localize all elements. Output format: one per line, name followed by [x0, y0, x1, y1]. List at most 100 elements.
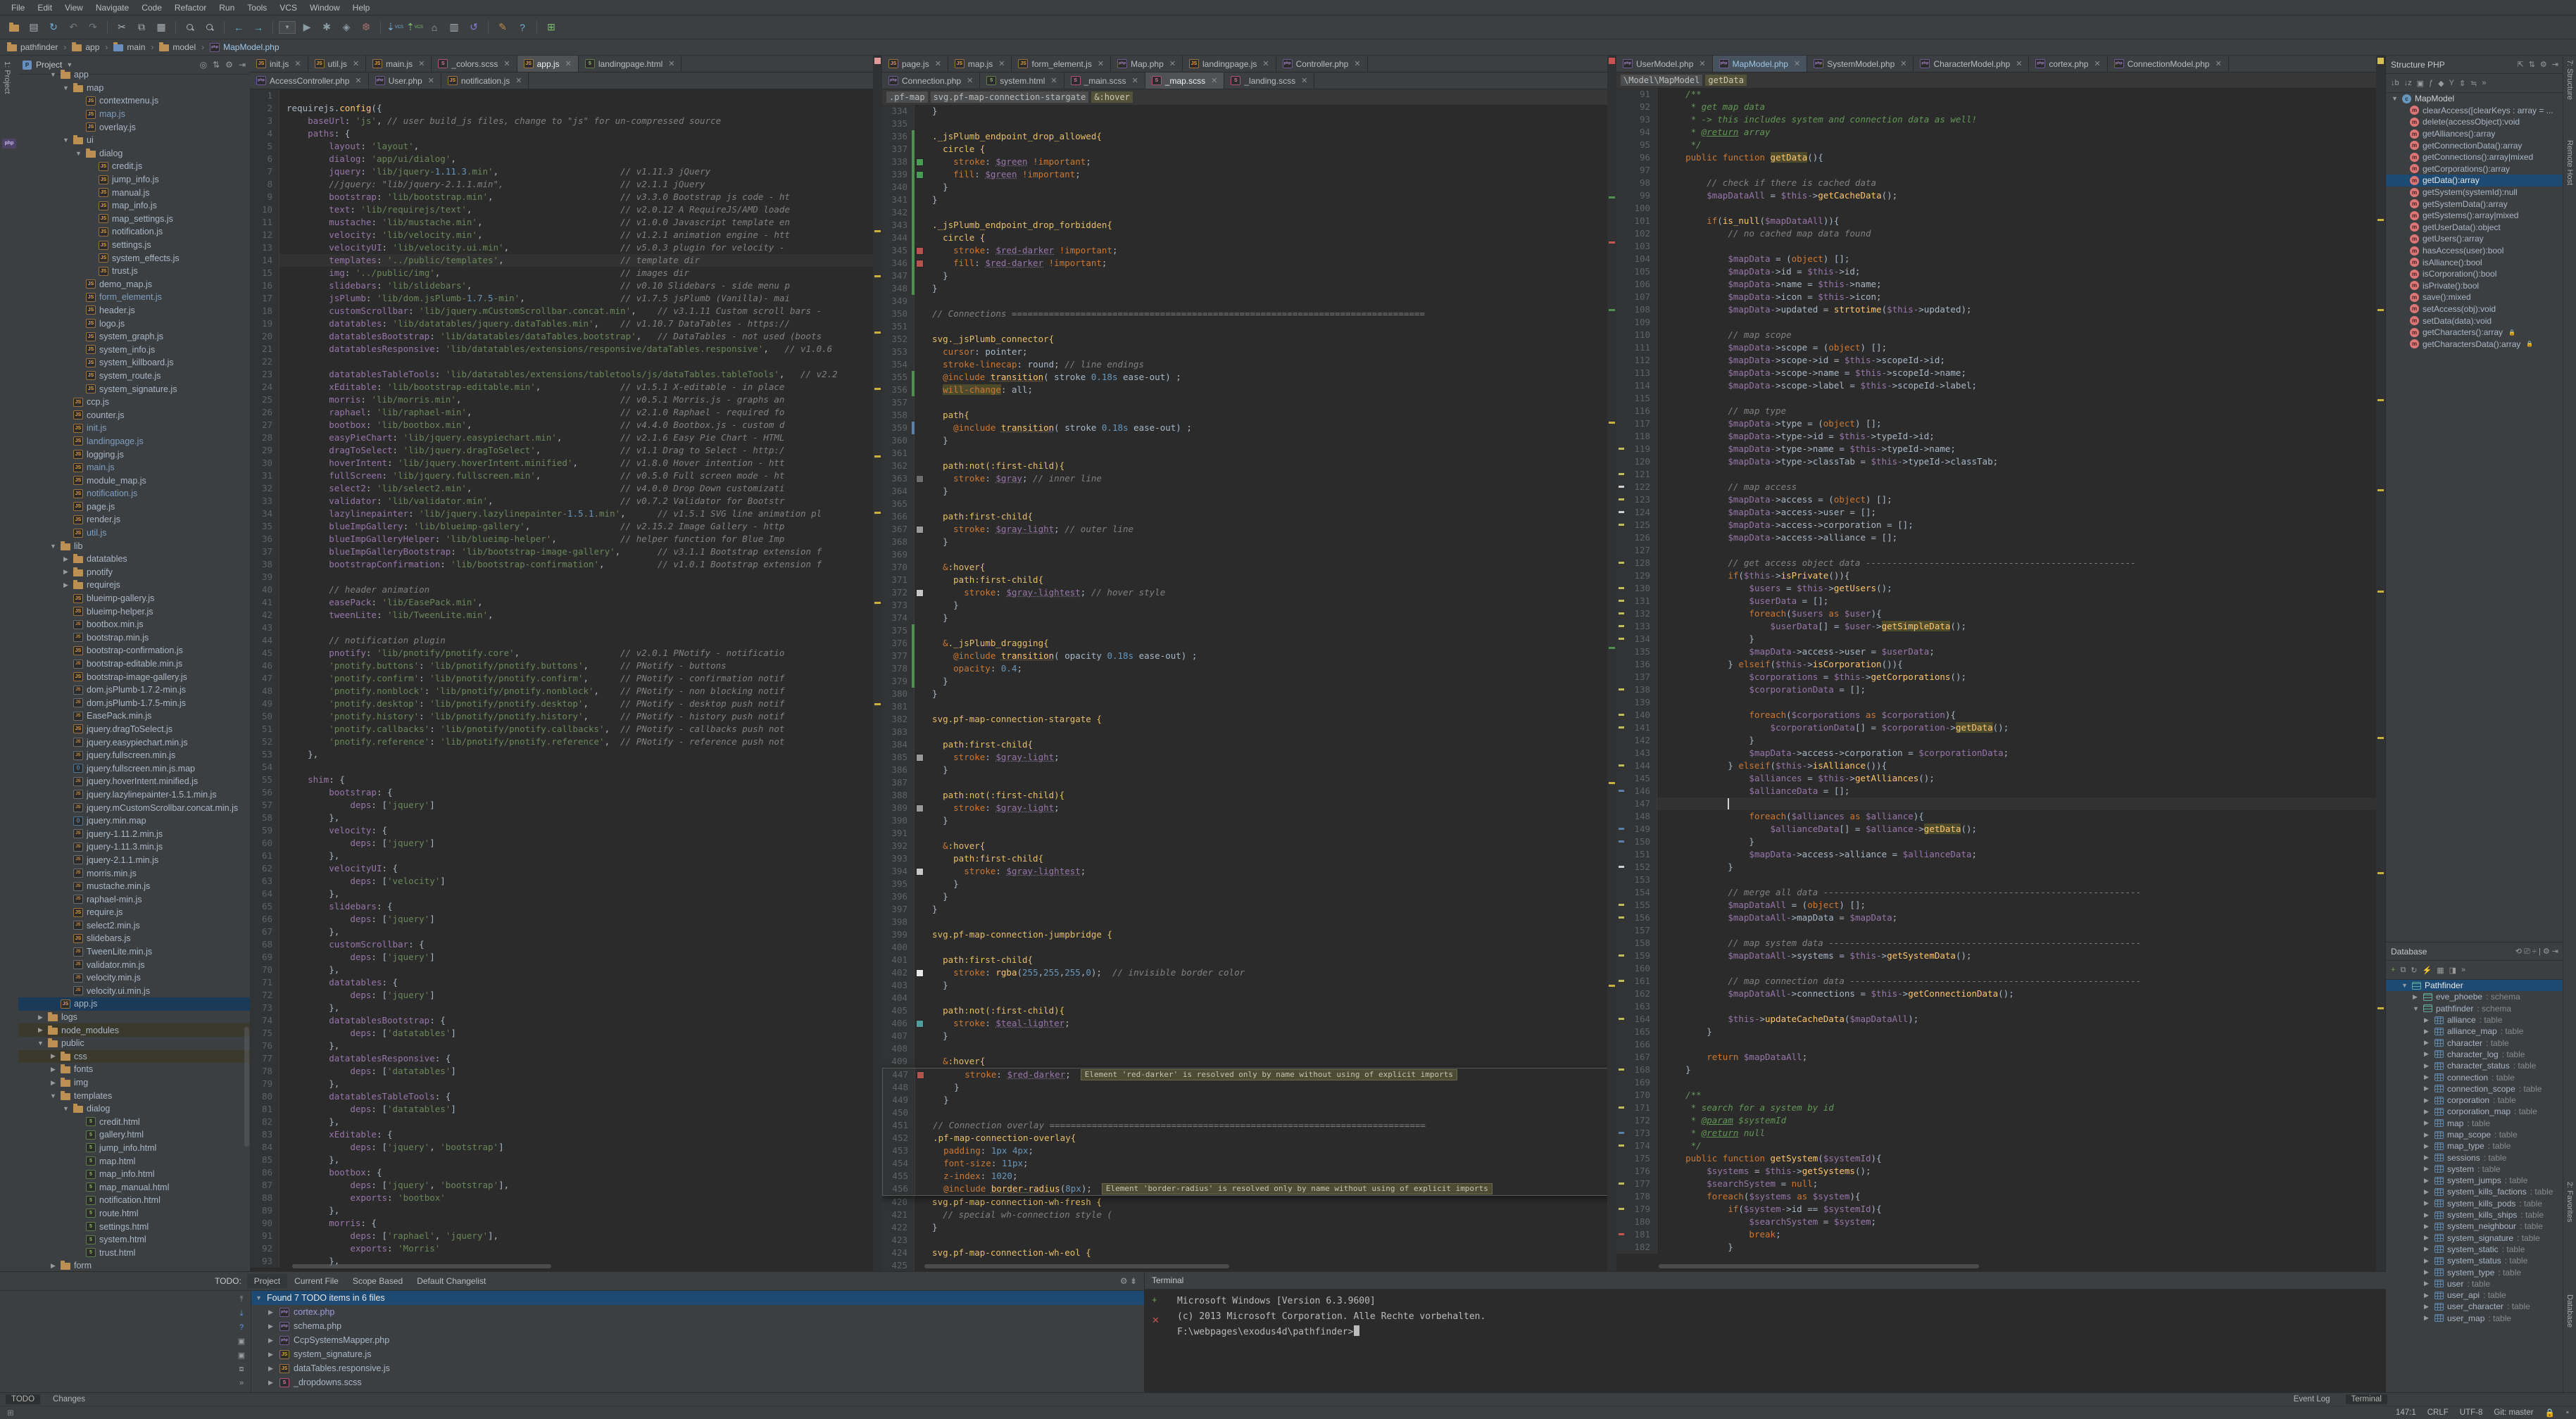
close-icon[interactable]: ✕ [355, 76, 361, 85]
context-chip[interactable]: svg.pf-map-connection-stargate [931, 92, 1089, 103]
todo-side-icon-4[interactable]: ▣ [238, 1351, 245, 1360]
tree-file-EasePack.min.js[interactable]: JSEasePack.min.js [18, 710, 250, 723]
tree-file-demo_map.js[interactable]: JSdemo_map.js [18, 278, 250, 291]
tab-form_element.js[interactable]: JSform_element.js✕ [1012, 56, 1111, 72]
tab-landingpage.html[interactable]: 5landingpage.html✕ [579, 56, 682, 72]
structure-method-getConnectionData[interactable]: mgetConnectionData():array [2386, 139, 2563, 151]
tab-system.html[interactable]: 5system.html✕ [980, 72, 1064, 89]
save-icon[interactable]: ▤ [25, 19, 42, 36]
tree-file-system_killboard.js[interactable]: JSsystem_killboard.js [18, 356, 250, 370]
tree-file-page.js[interactable]: JSpage.js [18, 500, 250, 514]
close-icon[interactable]: ✕ [2094, 59, 2100, 68]
structure-method-setAccess[interactable]: msetAccess(obj):void [2386, 303, 2563, 315]
tree-file-notification.html[interactable]: 5notification.html [18, 1194, 250, 1207]
todo-side-icon-0[interactable]: ⤒ [240, 1295, 244, 1304]
structure-toolbar-icon-7[interactable]: ≒ [2470, 79, 2477, 88]
structure-method-getSystem[interactable]: mgetSystem(systemId):null [2386, 187, 2563, 198]
tool-tab-favorites[interactable]: 2: Favorites [2565, 1182, 2574, 1222]
tree-file-dom.jsPlumb-1.7.5-min.js[interactable]: JSdom.jsPlumb-1.7.5-min.js [18, 697, 250, 710]
db-character[interactable]: ▶character: table [2386, 1037, 2563, 1048]
structure-method-setData[interactable]: msetData(data):void [2386, 315, 2563, 327]
tree-folder-public[interactable]: ▼public [18, 1037, 250, 1050]
tree-folder-app[interactable]: ▼app [18, 68, 250, 82]
tree-file-credit.js[interactable]: JScredit.js [18, 160, 250, 173]
tree-file-route.html[interactable]: 5route.html [18, 1207, 250, 1221]
close-icon[interactable]: ✕ [1794, 59, 1800, 68]
code-editor[interactable]: 12requirejs.config({3 baseUrl: 'js', // … [250, 89, 882, 1271]
todo-side-icon-3[interactable]: ▣ [238, 1337, 245, 1346]
db-system[interactable]: ▶system: table [2386, 1163, 2563, 1175]
breadcrumb-item[interactable]: app [72, 42, 99, 52]
tree-file-render.js[interactable]: JSrender.js [18, 513, 250, 526]
tree-file-blueimp-helper.js[interactable]: JSblueimp-helper.js [18, 605, 250, 618]
todo-file-system_signature.js[interactable]: ▶JSsystem_signature.js [251, 1347, 1144, 1361]
breadcrumb-item[interactable]: model [159, 42, 196, 52]
attach-icon[interactable]: ❆ [358, 19, 375, 36]
close-icon[interactable]: ✕ [1900, 59, 1906, 68]
todo-tab-default-changelist[interactable]: Default Changelist [410, 1274, 493, 1288]
close-icon[interactable]: ✕ [353, 59, 359, 68]
tree-file-TweenLite.min.js[interactable]: JSTweenLite.min.js [18, 945, 250, 959]
tree-file-jquery.dragToSelect.js[interactable]: JSjquery.dragToSelect.js [18, 723, 250, 736]
structure-method-clearAccess[interactable]: mclearAccess([clearKeys : array = ... [2386, 105, 2563, 117]
menu-tools[interactable]: Tools [241, 1, 272, 14]
database-toolbar-icon-2[interactable]: ↻ [2411, 966, 2417, 975]
structure-method-getConnections[interactable]: mgetConnections():array|mixed [2386, 151, 2563, 163]
tree-file-map_info.js[interactable]: JSmap_info.js [18, 199, 250, 213]
db-Pathfinder[interactable]: ▼Pathfinder [2386, 980, 2563, 991]
tree-file-jquery-1.11.2.min.js[interactable]: JSjquery-1.11.2.min.js [18, 827, 250, 840]
db-connection_scope[interactable]: ▶connection_scope: table [2386, 1083, 2563, 1095]
tab-AccessController.php[interactable]: phpAccessController.php✕ [250, 72, 369, 89]
tree-folder-img[interactable]: ▶img [18, 1076, 250, 1090]
close-icon[interactable]: ✕ [1132, 76, 1138, 85]
search-icon[interactable] [182, 19, 199, 36]
tree-file-ccp.js[interactable]: JSccp.js [18, 396, 250, 409]
tree-folder-dialog[interactable]: ▼dialog [18, 1102, 250, 1116]
tree-file-credit.html[interactable]: 5credit.html [18, 1116, 250, 1129]
tree-file-system.html[interactable]: 5system.html [18, 1233, 250, 1247]
caret-position[interactable]: 147:1 [2396, 1408, 2416, 1417]
tree-folder-map[interactable]: ▼map [18, 82, 250, 95]
db-corporation[interactable]: ▶corporation: table [2386, 1095, 2563, 1106]
tree-file-jquery.fullscreen.min.js[interactable]: JSjquery.fullscreen.min.js [18, 749, 250, 762]
todo-file-cortex.php[interactable]: ▶phpcortex.php [251, 1305, 1144, 1319]
structure-toolbar-icon-4[interactable]: ◆ [2438, 79, 2444, 88]
tree-folder-datatables[interactable]: ▶datatables [18, 553, 250, 566]
tree-folder-ui[interactable]: ▼ui [18, 134, 250, 147]
close-icon[interactable]: ✕ [1098, 59, 1104, 68]
structure-method-getCharacters[interactable]: mgetCharacters():array🔒 [2386, 327, 2563, 339]
run-config-select[interactable]: ▼ [279, 19, 296, 36]
tab-_map.scss[interactable]: S_map.scss✕ [1145, 72, 1225, 89]
todo-file-_dropdowns.scss[interactable]: ▶S_dropdowns.scss [251, 1375, 1144, 1389]
close-icon[interactable]: ✕ [418, 59, 425, 68]
close-icon[interactable]: ✕ [1699, 59, 1705, 68]
error-stripe[interactable] [1607, 56, 1616, 1271]
structure-method-isAlliance[interactable]: misAlliance():bool [2386, 256, 2563, 268]
db-system_kills_factions[interactable]: ▶system_kills_factions: table [2386, 1186, 2563, 1197]
tab-notification.js[interactable]: JSnotification.js✕ [441, 72, 529, 89]
close-icon[interactable]: ✕ [1050, 76, 1057, 85]
tree-file-system_signature.js[interactable]: JSsystem_signature.js [18, 382, 250, 396]
close-icon[interactable]: ✕ [515, 76, 522, 85]
tree-folder-css[interactable]: ▶css [18, 1050, 250, 1064]
todo-header-icon-1[interactable]: ⇟ [1130, 1276, 1137, 1286]
vcs-commit-icon[interactable]: ⇡VCS [406, 19, 423, 36]
cherry-pick-icon[interactable]: ⌂ [426, 19, 443, 36]
tab-_landing.scss[interactable]: S_landing.scss✕ [1224, 72, 1314, 89]
help-icon[interactable]: ? [514, 19, 531, 36]
tree-folder-requirejs[interactable]: ▶requirejs [18, 579, 250, 592]
tree-file-map.html[interactable]: 5map.html [18, 1154, 250, 1168]
structure-header-icon-1[interactable]: ⇅ [2529, 60, 2535, 69]
db-corporation_map[interactable]: ▶corporation_map: table [2386, 1106, 2563, 1117]
structure-method-getData[interactable]: mgetData():array [2386, 175, 2563, 187]
toolwindow-button-todo[interactable]: TODO [6, 1394, 40, 1404]
run-icon[interactable]: ▶ [299, 19, 315, 36]
tab-map.js[interactable]: JSmap.js✕ [948, 56, 1012, 72]
tree-file-map_manual.html[interactable]: 5map_manual.html [18, 1180, 250, 1194]
menu-navigate[interactable]: Navigate [90, 1, 134, 14]
tree-file-jquery-2.1.1.min.js[interactable]: JSjquery-2.1.1.min.js [18, 854, 250, 867]
structure-method-getSystemData[interactable]: mgetSystemData():array [2386, 198, 2563, 210]
tree-file-main.js[interactable]: JSmain.js [18, 461, 250, 474]
todo-side-icon-5[interactable]: ⧈ [239, 1365, 244, 1374]
db-character_log[interactable]: ▶character_log: table [2386, 1049, 2563, 1060]
